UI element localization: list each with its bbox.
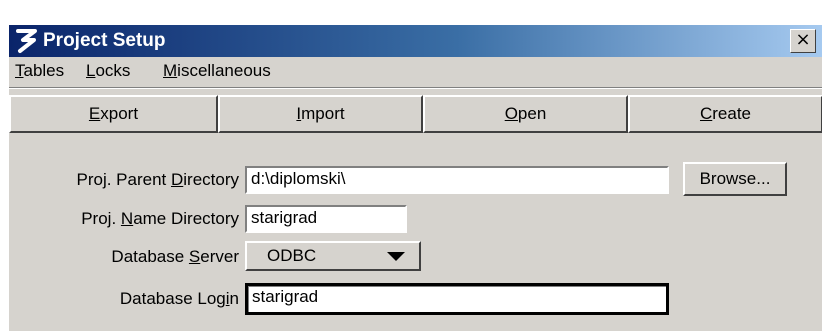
create-button[interactable]: Create bbox=[628, 95, 822, 133]
export-button[interactable]: Export bbox=[9, 95, 218, 133]
title-bar[interactable]: Project Setup × bbox=[9, 25, 822, 57]
database-login-label: Database Login bbox=[119, 289, 239, 308]
menu-locks[interactable]: Locks bbox=[86, 57, 130, 85]
menu-miscellaneous[interactable]: Miscellaneous bbox=[163, 57, 271, 85]
menu-bar: Tables Locks Miscellaneous bbox=[9, 57, 822, 85]
database-server-select[interactable]: ODBC bbox=[245, 241, 421, 271]
parent-directory-input[interactable]: d:\diplomski\ bbox=[245, 166, 669, 194]
close-button[interactable]: × bbox=[790, 29, 816, 53]
menu-tables[interactable]: Tables bbox=[15, 57, 64, 85]
database-server-label: Database Server bbox=[111, 247, 239, 266]
database-login-input[interactable]: starigrad bbox=[245, 283, 669, 315]
open-button[interactable]: Open bbox=[423, 95, 628, 133]
menu-separator bbox=[9, 87, 822, 89]
import-button[interactable]: Import bbox=[218, 95, 423, 133]
parent-directory-label: Proj. Parent Directory bbox=[76, 170, 239, 189]
browse-button[interactable]: Browse... bbox=[683, 162, 787, 196]
project-setup-window: Project Setup × Tables Locks Miscellaneo… bbox=[8, 24, 822, 331]
name-directory-label: Proj. Name Directory bbox=[81, 209, 239, 228]
database-server-value: ODBC bbox=[267, 246, 317, 265]
dropdown-arrow-icon[interactable] bbox=[387, 252, 405, 261]
close-icon: × bbox=[795, 29, 811, 50]
window-title: Project Setup bbox=[43, 30, 166, 51]
name-directory-input[interactable]: starigrad bbox=[245, 205, 407, 233]
bentley-b-icon bbox=[16, 29, 37, 53]
